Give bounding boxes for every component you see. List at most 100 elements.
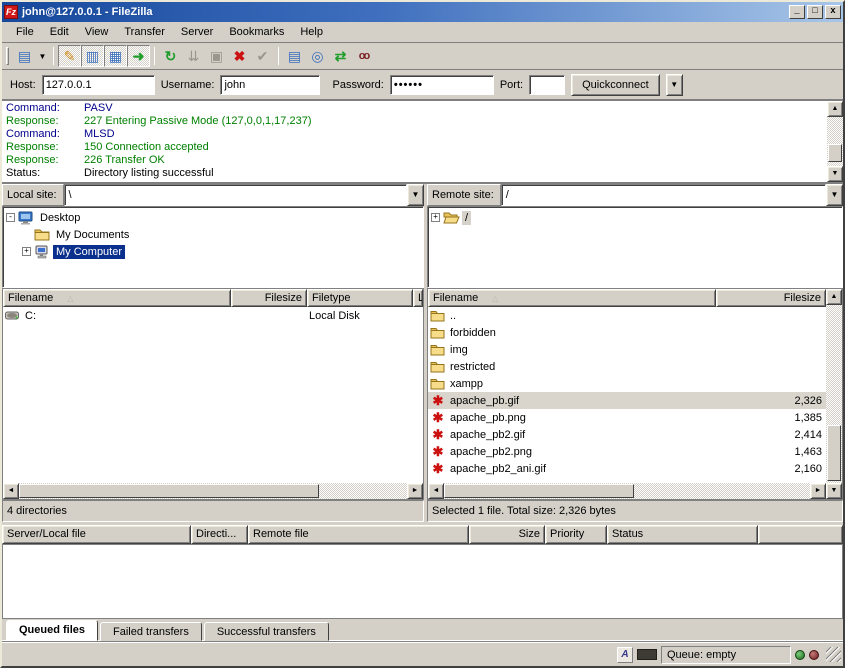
log-scrollbar[interactable]: ▲ ▼: [827, 101, 843, 182]
remote-directory-tree[interactable]: + /: [427, 206, 843, 288]
scroll-right-icon[interactable]: ►: [810, 483, 826, 499]
local-list-hscrollbar[interactable]: ◄ ►: [3, 483, 423, 499]
scrollbar-thumb[interactable]: [828, 144, 842, 162]
menu-edit[interactable]: Edit: [42, 24, 77, 40]
directory-comparison-button[interactable]: ◎: [306, 45, 329, 67]
site-manager-button[interactable]: ▤: [13, 45, 36, 67]
expand-icon[interactable]: +: [431, 213, 440, 222]
menu-bookmarks[interactable]: Bookmarks: [221, 24, 292, 40]
remote-tree-icon: ▦: [109, 49, 122, 63]
title-bar[interactable]: Fz john@127.0.0.1 - FileZilla _ □ x: [2, 2, 843, 22]
filter-icon: ▤: [288, 49, 301, 63]
transfer-queue-list[interactable]: [2, 544, 843, 619]
file-row[interactable]: forbidden: [428, 324, 826, 341]
scroll-left-icon[interactable]: ◄: [3, 483, 19, 499]
toggle-remote-tree-button[interactable]: ▦: [104, 45, 127, 67]
menu-view[interactable]: View: [77, 24, 117, 40]
file-row[interactable]: ✱ apache_pb2_ani.gif 2,160: [428, 460, 826, 477]
column-filetype[interactable]: Filetype: [307, 289, 413, 307]
toggle-message-log-button[interactable]: ✎: [58, 45, 81, 67]
speedlimit-icon[interactable]: [637, 649, 657, 660]
transfer-type-ascii-icon[interactable]: A: [617, 647, 633, 663]
tree-item-my-computer[interactable]: + My Computer: [3, 243, 423, 260]
menu-transfer[interactable]: Transfer: [116, 24, 173, 40]
column-filename[interactable]: Filename△: [428, 289, 716, 307]
chevron-down-icon[interactable]: ▼: [826, 184, 843, 206]
toggle-queue-button[interactable]: ➜: [127, 45, 150, 67]
resize-grip[interactable]: [826, 647, 841, 662]
scroll-right-icon[interactable]: ►: [407, 483, 423, 499]
password-input[interactable]: ••••••: [390, 75, 494, 95]
scroll-down-icon[interactable]: ▼: [826, 483, 842, 499]
file-row[interactable]: ✱ apache_pb.png 1,385: [428, 409, 826, 426]
remote-list-body[interactable]: .. forbidden img: [428, 307, 826, 483]
chevron-down-icon[interactable]: ▼: [407, 184, 424, 206]
column-status[interactable]: Status: [607, 525, 758, 544]
cancel-icon: ▣: [210, 49, 223, 63]
find-files-button[interactable]: oo: [352, 45, 375, 67]
filename-filters-button[interactable]: ▤: [283, 45, 306, 67]
refresh-button[interactable]: ↻: [159, 45, 182, 67]
file-row[interactable]: xampp: [428, 375, 826, 392]
scroll-up-icon[interactable]: ▲: [826, 289, 842, 305]
remote-site-combo[interactable]: /: [501, 184, 826, 206]
port-input[interactable]: [529, 75, 565, 95]
synchronized-browsing-button[interactable]: ⇄: [329, 45, 352, 67]
minimize-button[interactable]: _: [789, 5, 805, 19]
username-input[interactable]: john: [220, 75, 320, 95]
column-filesize[interactable]: Filesize: [231, 289, 307, 307]
scroll-down-icon[interactable]: ▼: [827, 166, 843, 182]
host-input[interactable]: 127.0.0.1: [42, 75, 155, 95]
remote-list-vscrollbar[interactable]: ▲ ▼: [826, 289, 842, 499]
menu-file[interactable]: File: [8, 24, 42, 40]
quickconnect-dropdown[interactable]: ▼: [666, 74, 683, 96]
message-log-lines[interactable]: Command:PASV Response:227 Entering Passi…: [2, 101, 827, 182]
tab-successful-transfers[interactable]: Successful transfers: [204, 622, 329, 641]
local-status-text: 4 directories: [2, 500, 424, 522]
toggle-local-tree-button[interactable]: ▥: [81, 45, 104, 67]
file-row[interactable]: img: [428, 341, 826, 358]
file-row-selected[interactable]: ✱ apache_pb.gif 2,326: [428, 392, 826, 409]
quickconnect-button[interactable]: Quickconnect: [571, 74, 660, 96]
scroll-up-icon[interactable]: ▲: [827, 101, 843, 117]
refresh-icon: ↻: [165, 49, 177, 63]
local-site-combo[interactable]: \: [64, 184, 407, 206]
file-name: apache_pb2.gif: [446, 429, 714, 441]
file-row-c-drive[interactable]: C: Local Disk: [3, 307, 423, 324]
site-manager-dropdown-button[interactable]: ▼: [36, 45, 49, 67]
remote-site-row: Remote site: / ▼: [427, 184, 843, 206]
column-priority[interactable]: Priority: [545, 525, 607, 544]
local-list-body[interactable]: C: Local Disk: [3, 307, 423, 483]
column-direction[interactable]: Directi...: [191, 525, 248, 544]
tree-item-my-documents[interactable]: My Documents: [3, 226, 423, 243]
expand-icon[interactable]: +: [22, 247, 31, 256]
tree-item-root[interactable]: + /: [428, 209, 842, 226]
file-row[interactable]: ..: [428, 307, 826, 324]
list-status-row: 4 directories Selected 1 file. Total siz…: [2, 500, 843, 522]
disconnect-button[interactable]: ✖: [228, 45, 251, 67]
column-filesize[interactable]: Filesize: [716, 289, 826, 307]
column-filename[interactable]: Filename△: [3, 289, 231, 307]
file-row[interactable]: ✱ apache_pb2.png 1,463: [428, 443, 826, 460]
column-size[interactable]: Size: [469, 525, 545, 544]
scrollbar-thumb[interactable]: [827, 425, 841, 481]
tree-item-desktop[interactable]: - Desktop: [3, 209, 423, 226]
local-directory-tree[interactable]: - Desktop My Documents + My Computer: [2, 206, 424, 288]
scrollbar-thumb[interactable]: [444, 484, 634, 498]
menu-help[interactable]: Help: [292, 24, 331, 40]
maximize-button[interactable]: □: [807, 5, 823, 19]
close-button[interactable]: x: [825, 5, 841, 19]
column-server-local-file[interactable]: Server/Local file: [2, 525, 191, 544]
remote-list-hscrollbar[interactable]: ◄ ►: [428, 483, 826, 499]
scroll-left-icon[interactable]: ◄: [428, 483, 444, 499]
drive-icon: [5, 310, 21, 321]
tab-queued-files[interactable]: Queued files: [6, 620, 98, 641]
file-row[interactable]: restricted: [428, 358, 826, 375]
column-last-modified[interactable]: L: [413, 289, 423, 307]
column-remote-file[interactable]: Remote file: [248, 525, 469, 544]
tab-failed-transfers[interactable]: Failed transfers: [100, 622, 202, 641]
scrollbar-thumb[interactable]: [19, 484, 319, 498]
collapse-icon[interactable]: -: [6, 213, 15, 222]
menu-server[interactable]: Server: [173, 24, 221, 40]
file-row[interactable]: ✱ apache_pb2.gif 2,414: [428, 426, 826, 443]
